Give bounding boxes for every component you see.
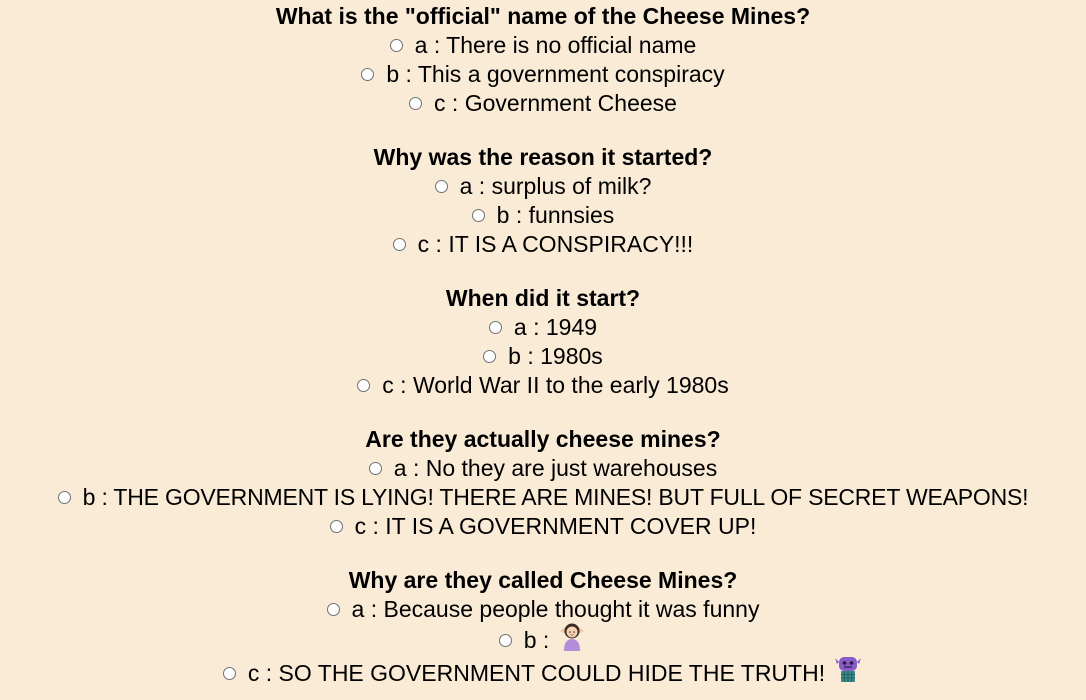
option-label: a : Because people thought it was funny — [351, 596, 760, 622]
radio-button[interactable] — [389, 39, 403, 52]
question-title: Are they actually cheese mines? — [365, 426, 721, 452]
question-title: Why was the reason it started? — [373, 144, 713, 170]
option-label: b : — [523, 627, 550, 653]
question-4: Are they actually cheese mines? a : No t… — [0, 425, 1086, 541]
option-a[interactable]: a : 1949 — [0, 313, 1086, 342]
option-label: c : SO THE GOVERNMENT COULD HIDE THE TRU… — [247, 660, 826, 686]
option-c[interactable]: c : SO THE GOVERNMENT COULD HIDE THE TRU… — [0, 657, 1086, 690]
radio-button[interactable] — [368, 462, 382, 475]
quiz: What is the "official" name of the Chees… — [0, 0, 1086, 690]
option-label: a : No they are just warehouses — [393, 455, 718, 481]
radio-button[interactable] — [409, 97, 423, 110]
option-label: a : surplus of milk? — [459, 173, 652, 199]
question-3: When did it start? a : 1949 b : 1980s c … — [0, 284, 1086, 400]
option-label: b : funnsies — [496, 202, 615, 228]
option-a[interactable]: a : surplus of milk? — [0, 172, 1086, 201]
radio-button[interactable] — [392, 238, 406, 251]
option-label: a : There is no official name — [414, 32, 697, 58]
radio-button[interactable] — [483, 350, 497, 363]
question-5: Why are they called Cheese Mines? a : Be… — [0, 566, 1086, 690]
radio-button[interactable] — [326, 603, 340, 616]
option-label: c : IT IS A GOVERNMENT COVER UP! — [354, 513, 757, 539]
question-title: When did it start? — [445, 285, 641, 311]
radio-button[interactable] — [434, 180, 448, 193]
option-label: b : This a government conspiracy — [386, 61, 725, 87]
option-label: c : IT IS A CONSPIRACY!!! — [417, 231, 694, 257]
option-c[interactable]: c : Government Cheese — [0, 89, 1086, 118]
option-b[interactable]: b : — [0, 621, 1086, 660]
person-shrugging-icon — [557, 621, 587, 660]
radio-button[interactable] — [361, 68, 375, 81]
option-c[interactable]: c : IT IS A GOVERNMENT COVER UP! — [0, 512, 1086, 541]
option-label: c : Government Cheese — [434, 90, 677, 116]
alien-monster-icon — [833, 654, 863, 693]
question-2: Why was the reason it started? a : surpl… — [0, 143, 1086, 259]
option-label: a : 1949 — [513, 314, 598, 340]
option-c[interactable]: c : World War II to the early 1980s — [0, 371, 1086, 400]
option-a[interactable]: a : Because people thought it was funny — [0, 595, 1086, 624]
option-a[interactable]: a : No they are just warehouses — [0, 454, 1086, 483]
option-label: b : 1980s — [508, 343, 603, 369]
question-title: Why are they called Cheese Mines? — [348, 567, 738, 593]
radio-button[interactable] — [329, 520, 343, 533]
radio-button[interactable] — [488, 321, 502, 334]
radio-button[interactable] — [57, 491, 71, 504]
radio-button[interactable] — [471, 209, 485, 222]
option-a[interactable]: a : There is no official name — [0, 31, 1086, 60]
option-b[interactable]: b : This a government conspiracy — [0, 60, 1086, 89]
radio-button[interactable] — [222, 667, 236, 680]
question-1: What is the "official" name of the Chees… — [0, 2, 1086, 118]
radio-button[interactable] — [498, 634, 512, 647]
option-label: c : World War II to the early 1980s — [382, 372, 729, 398]
question-title: What is the "official" name of the Chees… — [275, 3, 811, 29]
option-c[interactable]: c : IT IS A CONSPIRACY!!! — [0, 230, 1086, 259]
option-b[interactable]: b : funnsies — [0, 201, 1086, 230]
option-b[interactable]: b : THE GOVERNMENT IS LYING! THERE ARE M… — [0, 483, 1086, 512]
option-b[interactable]: b : 1980s — [0, 342, 1086, 371]
radio-button[interactable] — [357, 379, 371, 392]
option-label: b : THE GOVERNMENT IS LYING! THERE ARE M… — [82, 484, 1029, 510]
